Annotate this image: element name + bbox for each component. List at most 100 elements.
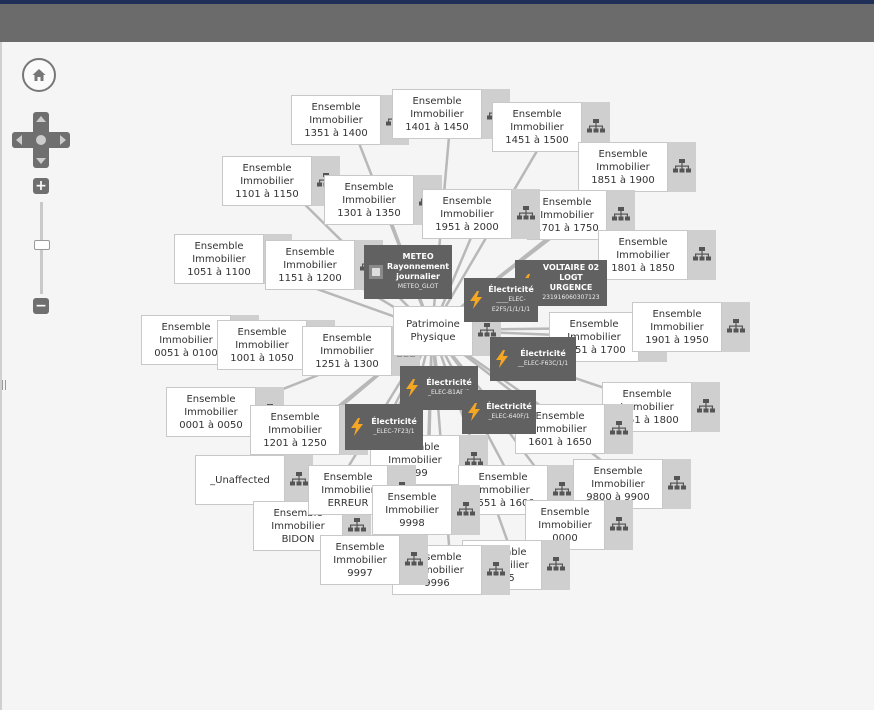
equipment-node[interactable]: Électricité ____ELEC-E2F5/1/1/1/1: [464, 278, 538, 322]
node-label-line: Immobilier: [650, 321, 704, 333]
equipment-title: METEO: [402, 252, 434, 261]
graph-node[interactable]: Ensemble Immobilier 9997: [320, 535, 428, 585]
node-label-line: 1101 à 1150: [235, 188, 299, 200]
node-label-line: Ensemble: [194, 240, 244, 252]
equipment-title: journalier: [396, 272, 440, 281]
node-label-line: Immobilier: [591, 478, 645, 490]
node-label-line: Ensemble: [186, 393, 236, 405]
zoom-out-button[interactable]: −: [33, 298, 49, 314]
node-label-line: 1701 à 1750: [535, 222, 599, 234]
node-label-line: Ensemble: [344, 181, 394, 193]
node-label-line: Immobilier: [192, 253, 246, 265]
expand-hierarchy-button[interactable]: [688, 230, 716, 280]
zoom-slider-handle[interactable]: [34, 240, 50, 250]
home-button[interactable]: [22, 58, 56, 92]
node-label: Ensemble Immobilier 1051 à 1100: [174, 234, 264, 284]
node-label-line: Ensemble: [598, 148, 648, 160]
node-label-line: Ensemble: [412, 95, 462, 107]
node-label-line: Ensemble: [540, 506, 590, 518]
node-label-line: Immobilier: [283, 259, 337, 271]
equipment-node[interactable]: METEO Rayonnement journalier METEO_GLOT: [364, 245, 452, 299]
hierarchy-icon: [405, 552, 423, 566]
node-label-line: Immobilier: [309, 114, 363, 126]
node-label-line: Ensemble: [270, 411, 320, 423]
graph-nodes: Ensemble Immobilier 0051 à 0100 Ensemble Imm…: [0, 0, 874, 710]
node-label-line: Ensemble: [512, 108, 562, 120]
node-label-line: Immobilier: [476, 484, 530, 496]
node-label-line: Immobilier: [235, 339, 289, 351]
node-label-line: Ensemble: [542, 196, 592, 208]
expand-hierarchy-button[interactable]: [692, 382, 720, 432]
node-label: Ensemble Immobilier 1351 à 1400: [291, 95, 381, 145]
graph-node[interactable]: Ensemble Immobilier 1951 à 2000: [422, 189, 540, 239]
graph-node[interactable]: Ensemble Immobilier 1901 à 1950: [632, 302, 750, 352]
node-label-line: _Unaffected: [210, 474, 270, 486]
node-label-line: Immobilier: [440, 208, 494, 220]
bolt-icon: [404, 379, 420, 397]
node-label: Patrimoine Physique: [393, 306, 473, 356]
equipment-title: LOGT URGENCE: [549, 273, 593, 292]
node-label-line: Physique: [410, 332, 456, 343]
node-label-line: Immobilier: [268, 424, 322, 436]
expand-hierarchy-button[interactable]: [542, 540, 570, 590]
graph-node[interactable]: Ensemble Immobilier 1801 à 1850: [598, 230, 716, 280]
graph-node[interactable]: Ensemble Immobilier 1101 à 1150: [222, 156, 340, 206]
graph-node[interactable]: _Unaffected: [195, 455, 313, 505]
graph-node[interactable]: Ensemble Immobilier 9998: [372, 485, 480, 535]
expand-hierarchy-button[interactable]: [663, 459, 691, 509]
node-label: Ensemble Immobilier 1201 à 1250: [250, 405, 340, 455]
node-label: Ensemble Immobilier 1951 à 2000: [422, 189, 512, 239]
node-label-line: 1801 à 1850: [611, 262, 675, 274]
node-label-line: Immobilier: [333, 554, 387, 566]
node-label-line: Ensemble: [285, 246, 335, 258]
expand-hierarchy-button[interactable]: [722, 302, 750, 352]
equipment-title: Électricité: [371, 417, 417, 426]
bolt-icon: [466, 403, 482, 421]
node-label-line: Ensemble: [569, 318, 619, 330]
bolt-icon: [470, 291, 482, 309]
hierarchy-icon: [673, 159, 691, 173]
node-label-line: 1151 à 1200: [278, 272, 342, 284]
node-label-line: Immobilier: [184, 406, 238, 418]
pan-control[interactable]: [12, 112, 70, 168]
node-label-line: Patrimoine: [406, 319, 460, 330]
node-label: Ensemble Immobilier 1901 à 1950: [632, 302, 722, 352]
node-label-line: Ensemble: [652, 308, 702, 320]
node-label-line: Immobilier: [320, 345, 374, 357]
hierarchy-icon: [553, 482, 571, 496]
equipment-node[interactable]: Électricité __ELEC-F63C/1/1: [490, 337, 576, 381]
equipment-node[interactable]: Électricité _ELEC-7F23/1: [345, 404, 423, 450]
hierarchy-icon: [610, 517, 628, 531]
bolt-icon: [496, 350, 508, 368]
zoom-in-button[interactable]: +: [33, 178, 49, 194]
equipment-node[interactable]: Électricité _ELEC-640F/1: [462, 390, 536, 434]
expand-hierarchy-button[interactable]: [452, 485, 480, 535]
expand-hierarchy-button[interactable]: [482, 545, 510, 595]
hierarchy-icon: [697, 399, 715, 413]
hierarchy-icon: [487, 562, 505, 576]
bolt-icon: [468, 403, 480, 421]
node-label-line: 1201 à 1250: [263, 437, 327, 449]
node-label-line: 9997: [347, 567, 373, 579]
node-label: Ensemble Immobilier 1301 à 1350: [324, 175, 414, 225]
equipment-title: Électricité: [426, 378, 472, 387]
node-label: Ensemble Immobilier 9997: [320, 535, 400, 585]
graph-node[interactable]: Ensemble Immobilier 1851 à 1900: [578, 142, 696, 192]
hierarchy-icon: [457, 502, 475, 516]
expand-hierarchy-button[interactable]: [512, 189, 540, 239]
expand-hierarchy-button[interactable]: [605, 500, 633, 550]
expand-hierarchy-button[interactable]: [400, 535, 428, 585]
equipment-title: Électricité: [488, 285, 534, 294]
home-icon: [32, 69, 46, 81]
node-label-line: Ensemble: [618, 236, 668, 248]
node-label-line: Ensemble: [322, 332, 372, 344]
hierarchy-icon: [727, 319, 745, 333]
node-label: Ensemble Immobilier 1851 à 1900: [578, 142, 668, 192]
expand-hierarchy-button[interactable]: [668, 142, 696, 192]
hierarchy-icon: [612, 207, 630, 221]
resize-grip-icon[interactable]: [2, 380, 6, 390]
node-label-line: 1301 à 1350: [337, 207, 401, 219]
expand-hierarchy-button[interactable]: [605, 404, 633, 454]
node-label-line: 1901 à 1950: [645, 334, 709, 346]
node-label-line: 1001 à 1050: [230, 352, 294, 364]
